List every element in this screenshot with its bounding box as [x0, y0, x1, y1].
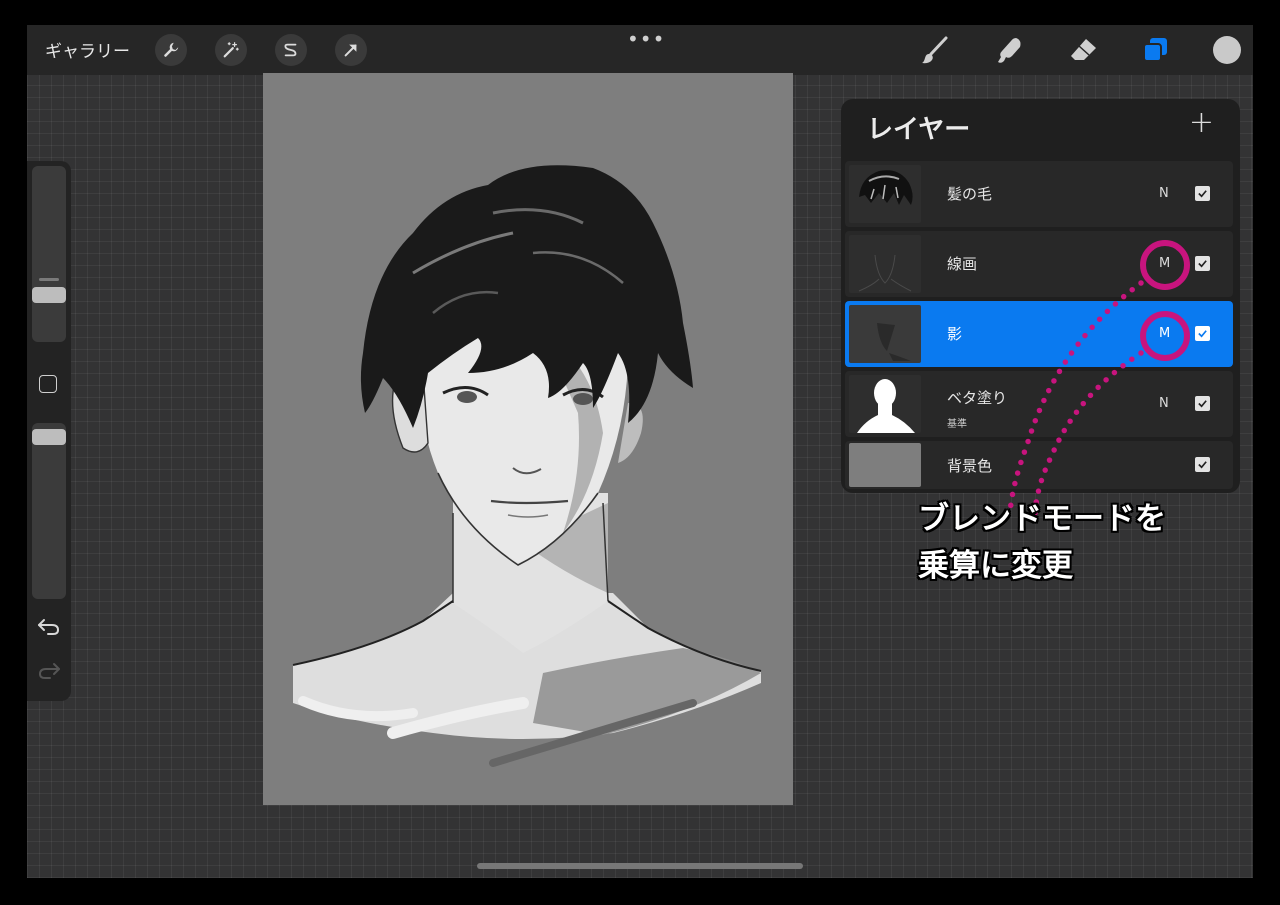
layer-name: 背景色 — [947, 457, 993, 475]
layer-reference-label: 基準 — [947, 419, 967, 430]
visibility-checkbox[interactable] — [1195, 457, 1210, 472]
magic-wand-icon[interactable] — [215, 34, 247, 66]
brush-size-thumb[interactable] — [32, 287, 66, 303]
layer-thumbnail — [849, 305, 921, 363]
redo-icon[interactable] — [37, 661, 61, 681]
blend-mode-button[interactable]: N — [1159, 396, 1169, 411]
layer-thumbnail — [849, 443, 921, 487]
smudge-icon[interactable] — [993, 34, 1025, 66]
add-layer-button[interactable]: + — [1189, 105, 1214, 141]
layer-thumbnail — [849, 235, 921, 293]
visibility-checkbox[interactable] — [1195, 326, 1210, 341]
visibility-checkbox[interactable] — [1195, 256, 1210, 271]
home-indicator — [477, 863, 803, 869]
portrait-artwork — [292, 165, 762, 767]
top-toolbar: ギャラリー ••• — [27, 25, 1253, 75]
more-options-icon[interactable]: ••• — [627, 27, 665, 51]
brush-opacity-slider[interactable] — [32, 423, 66, 599]
gallery-button[interactable]: ギャラリー — [45, 37, 130, 62]
color-picker-swatch[interactable] — [1213, 36, 1241, 64]
transform-arrow-icon[interactable] — [335, 34, 367, 66]
brush-icon[interactable] — [919, 34, 951, 66]
eraser-icon[interactable] — [1067, 34, 1099, 66]
annotation-line-1: ブレンドモードを — [918, 501, 1166, 537]
checkmark-icon — [1198, 330, 1207, 338]
brush-size-slider[interactable] — [32, 166, 66, 342]
checkmark-icon — [1198, 190, 1207, 198]
layer-thumbnail — [849, 375, 921, 433]
checkmark-icon — [1198, 260, 1207, 268]
brush-opacity-thumb[interactable] — [32, 429, 66, 445]
annotation-line-2: 乗算に変更 — [918, 548, 1073, 584]
drawing-canvas[interactable] — [263, 73, 793, 805]
layer-name: ベタ塗り — [947, 389, 1008, 407]
layer-name: 髪の毛 — [947, 185, 993, 203]
visibility-checkbox[interactable] — [1195, 396, 1210, 411]
visibility-checkbox[interactable] — [1195, 186, 1210, 201]
procreate-screen: ギャラリー ••• レイヤー + 髪の毛 N 線画 M 影 M ベタ塗り 基準 … — [27, 25, 1253, 878]
brush-size-indicator — [39, 278, 59, 281]
modify-button[interactable] — [39, 375, 57, 393]
checkmark-icon — [1198, 400, 1207, 408]
wrench-icon[interactable] — [155, 34, 187, 66]
layers-panel-title: レイヤー — [867, 115, 971, 145]
undo-icon[interactable] — [37, 617, 61, 637]
highlight-circle-lineart-mode — [1140, 240, 1190, 290]
annotation-callout: ブレンドモードを 乗算に変更 — [918, 496, 1166, 590]
layer-thumbnail — [849, 165, 921, 223]
layer-row-background[interactable]: 背景色 — [845, 441, 1233, 489]
left-sidebar — [27, 161, 71, 701]
layer-name: 影 — [947, 325, 963, 343]
layer-row-base-fill[interactable]: ベタ塗り 基準 N — [845, 371, 1233, 437]
layer-row-hair[interactable]: 髪の毛 N — [845, 161, 1233, 227]
blend-mode-button[interactable]: N — [1159, 186, 1169, 201]
highlight-circle-shadow-mode — [1140, 311, 1190, 361]
selection-icon[interactable] — [275, 34, 307, 66]
layers-icon[interactable] — [1139, 34, 1171, 66]
layers-panel: レイヤー + 髪の毛 N 線画 M 影 M ベタ塗り 基準 N 背景色 — [841, 99, 1240, 493]
layer-name: 線画 — [947, 255, 978, 273]
checkmark-icon — [1198, 461, 1207, 469]
